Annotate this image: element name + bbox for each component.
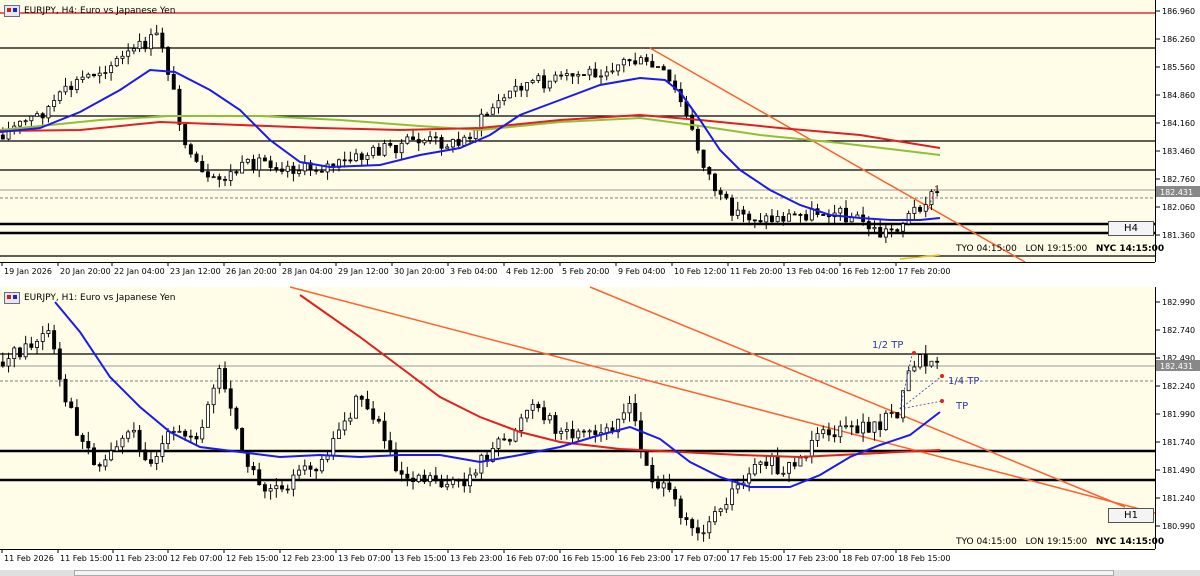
time-tick-label: 17 Feb 07:00 bbox=[674, 554, 726, 563]
time-tick-label: 16 Feb 15:00 bbox=[562, 554, 614, 563]
time-tick-label: 16 Feb 23:00 bbox=[618, 554, 670, 563]
time-tick-label: 12 Feb 15:00 bbox=[226, 554, 278, 563]
price-tick-label: 181.240 bbox=[1162, 494, 1195, 503]
price-tick-label: 186.960 bbox=[1162, 7, 1195, 16]
eurjpy-flag-icon bbox=[4, 5, 20, 17]
price-tick-label: 182.760 bbox=[1162, 175, 1195, 184]
price-tick-label: 183.460 bbox=[1162, 147, 1195, 156]
price-tick-label: 181.740 bbox=[1162, 438, 1195, 447]
time-tick-label: 11 Feb 20:00 bbox=[730, 267, 782, 276]
h1-session-clock: TYO 04:15:00 LON 19:15:00 NYC 14:15:00 bbox=[956, 537, 1164, 547]
price-tick-label: 181.490 bbox=[1162, 466, 1195, 475]
time-tick-label: 16 Feb 12:00 bbox=[842, 267, 894, 276]
price-tick-label: 182.990 bbox=[1162, 298, 1195, 307]
price-tick-label: 182.240 bbox=[1162, 382, 1195, 391]
h1-chart-panel[interactable]: 1/2 TP 1/4 TP TP 182.990 182.740 182.490 182.… bbox=[0, 286, 1200, 576]
price-tick-label: 186.260 bbox=[1162, 35, 1195, 44]
time-tick-label: 3 Feb 04:00 bbox=[450, 267, 497, 276]
h4-axes-canvas: 186.960 186.260 185.560 184.860 184.160 183.4… bbox=[1, 7, 1200, 276]
time-tick-label: 11 Feb 2026 bbox=[4, 554, 54, 563]
h1-chart-title: EURJPY, H1: Euro vs Japanese Yen bbox=[4, 292, 175, 304]
time-tick-label: 12 Feb 23:00 bbox=[282, 554, 334, 563]
price-tick-label: 181.360 bbox=[1162, 231, 1195, 240]
time-tick-label: 13 Feb 23:00 bbox=[450, 554, 502, 563]
h1-axes-canvas: 182.990182.740182.490182.240181.990181.7… bbox=[1, 298, 1200, 563]
nyc-time: NYC 14:15:00 bbox=[1095, 537, 1165, 547]
time-tick-label: 17 Feb 20:00 bbox=[898, 267, 950, 276]
nyc-time: NYC 14:15:00 bbox=[1095, 244, 1165, 254]
time-tick-label: 11 Feb 23:00 bbox=[115, 554, 167, 563]
time-tick-label: 4 Feb 12:00 bbox=[506, 267, 553, 276]
time-tick-label: 13 Feb 04:00 bbox=[786, 267, 838, 276]
tyo-time: TYO 04:15:00 bbox=[956, 537, 1017, 547]
time-tick-label: 5 Feb 20:00 bbox=[562, 267, 609, 276]
lon-time: LON 19:15:00 bbox=[1025, 537, 1088, 547]
price-tick-label: 184.860 bbox=[1162, 91, 1195, 100]
time-tick-label: 13 Feb 15:00 bbox=[394, 554, 446, 563]
price-tick-label: 184.160 bbox=[1162, 119, 1195, 128]
tyo-time: TYO 04:15:00 bbox=[956, 244, 1017, 254]
time-tick-label: 17 Feb 15:00 bbox=[730, 554, 782, 563]
time-tick-label: 22 Jan 04:00 bbox=[114, 267, 165, 276]
price-tick-label: 182.740 bbox=[1162, 326, 1195, 335]
scrollbar-thumb[interactable] bbox=[74, 570, 1114, 576]
time-tick-label: 17 Feb 23:00 bbox=[786, 554, 838, 563]
current-price-label: 182.431 bbox=[1160, 188, 1193, 197]
h4-chart-title: EURJPY, H4: Euro vs Japanese Yen bbox=[4, 5, 175, 17]
price-tick-label: 185.560 bbox=[1162, 63, 1195, 72]
time-tick-label: 13 Feb 07:00 bbox=[338, 554, 390, 563]
time-tick-label: 18 Feb 07:00 bbox=[842, 554, 894, 563]
time-tick-label: 23 Jan 12:00 bbox=[170, 267, 221, 276]
time-tick-label: 18 Feb 15:00 bbox=[898, 554, 950, 563]
time-tick-label: 26 Jan 20:00 bbox=[226, 267, 277, 276]
time-tick-label: 11 Feb 15:00 bbox=[60, 554, 112, 563]
time-tick-label: 9 Feb 04:00 bbox=[618, 267, 665, 276]
price-tick-label: 182.060 bbox=[1162, 203, 1195, 212]
time-tick-label: 28 Jan 04:00 bbox=[282, 267, 333, 276]
price-tick-label: 181.990 bbox=[1162, 410, 1195, 419]
price-tick-label: 180.990 bbox=[1162, 522, 1195, 531]
time-tick-label: 19 Jan 2026 bbox=[4, 267, 52, 276]
time-tick-label: 10 Feb 12:00 bbox=[674, 267, 726, 276]
h4-timeframe-label: H4 bbox=[1108, 221, 1154, 236]
horizontal-scrollbar[interactable] bbox=[0, 570, 1200, 576]
h4-chart-panel[interactable]: 186.960 186.260 185.560 184.860 184.160 183.4… bbox=[0, 0, 1200, 284]
time-tick-label: 16 Feb 07:00 bbox=[506, 554, 558, 563]
eurjpy-flag-icon bbox=[4, 292, 20, 304]
h4-session-clock: TYO 04:15:00 LON 19:15:00 NYC 14:15:00 bbox=[956, 244, 1164, 254]
time-tick-label: 29 Jan 12:00 bbox=[338, 267, 389, 276]
h1-timeframe-label: H1 bbox=[1108, 508, 1154, 523]
time-tick-label: 20 Jan 20:00 bbox=[60, 267, 111, 276]
time-tick-label: 12 Feb 07:00 bbox=[170, 554, 222, 563]
lon-time: LON 19:15:00 bbox=[1025, 244, 1088, 254]
time-tick-label: 30 Jan 20:00 bbox=[394, 267, 445, 276]
current-price-label: 182.431 bbox=[1160, 362, 1193, 371]
